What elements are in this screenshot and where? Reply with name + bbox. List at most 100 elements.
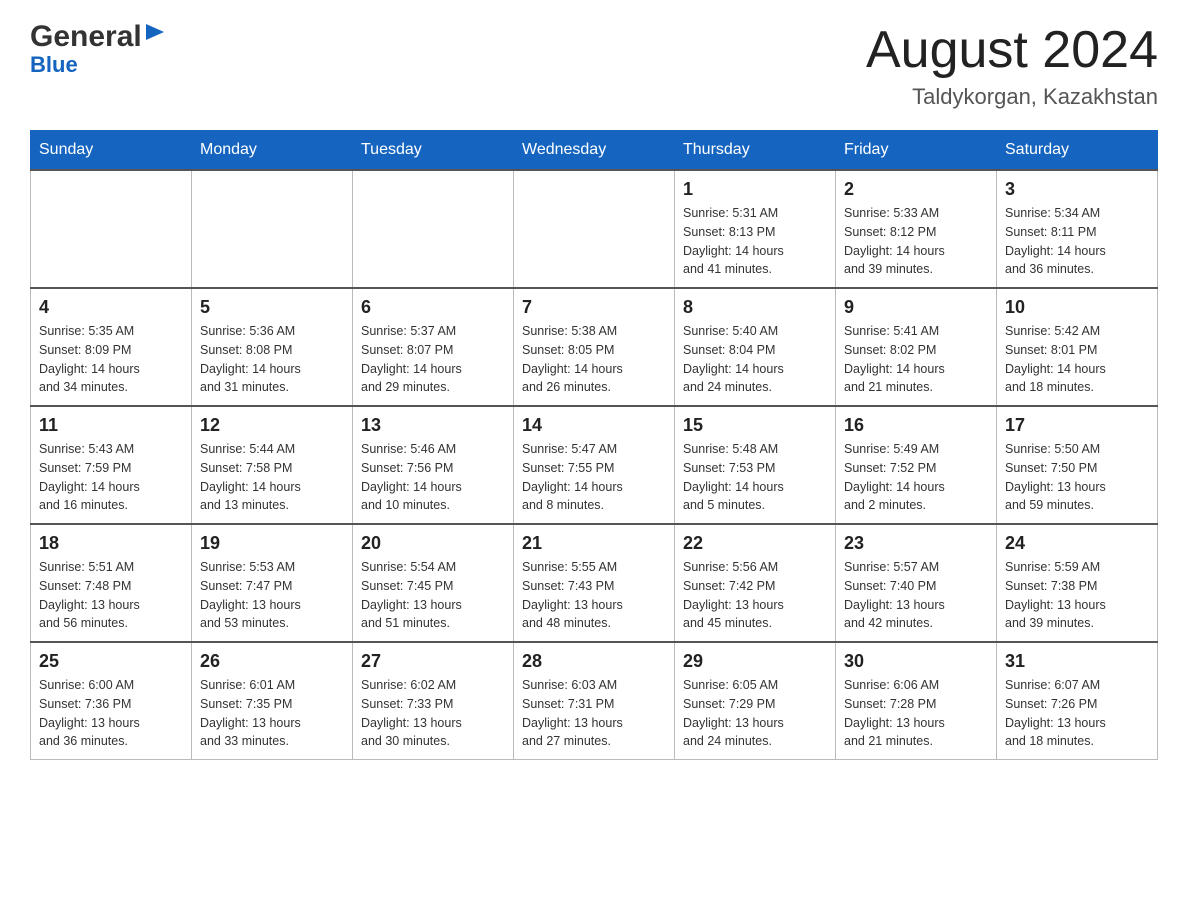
calendar-cell: 5 Sunrise: 5:36 AMSunset: 8:08 PMDaylight… [192,288,353,406]
day-info: Sunrise: 5:37 AMSunset: 8:07 PMDaylight:… [361,322,505,397]
day-info: Sunrise: 5:41 AMSunset: 8:02 PMDaylight:… [844,322,988,397]
day-info: Sunrise: 6:05 AMSunset: 7:29 PMDaylight:… [683,676,827,751]
day-info: Sunrise: 6:07 AMSunset: 7:26 PMDaylight:… [1005,676,1149,751]
weekday-header-monday: Monday [192,131,353,171]
day-info: Sunrise: 5:56 AMSunset: 7:42 PMDaylight:… [683,558,827,633]
day-number: 18 [39,533,183,554]
day-number: 21 [522,533,666,554]
week-row-2: 4Sunrise: 5:35 AMSunset: 8:09 PMDaylight… [31,288,1158,406]
calendar-cell: 17 Sunrise: 5:50 AMSunset: 7:50 PMDayligh… [997,406,1158,524]
calendar-cell: 23 Sunrise: 5:57 AMSunset: 7:40 PMDayligh… [836,524,997,642]
day-number: 26 [200,651,344,672]
day-info: Sunrise: 5:42 AMSunset: 8:01 PMDaylight:… [1005,322,1149,397]
logo-general-text: General [30,20,142,54]
day-info: Sunrise: 5:48 AMSunset: 7:53 PMDaylight:… [683,440,827,515]
day-info: Sunrise: 5:59 AMSunset: 7:38 PMDaylight:… [1005,558,1149,633]
calendar-cell: 19 Sunrise: 5:53 AMSunset: 7:47 PMDayligh… [192,524,353,642]
day-info: Sunrise: 5:55 AMSunset: 7:43 PMDaylight:… [522,558,666,633]
calendar-cell: 10 Sunrise: 5:42 AMSunset: 8:01 PMDayligh… [997,288,1158,406]
day-info: Sunrise: 5:53 AMSunset: 7:47 PMDaylight:… [200,558,344,633]
week-row-5: 25Sunrise: 6:00 AMSunset: 7:36 PMDayligh… [31,642,1158,760]
day-info: Sunrise: 6:03 AMSunset: 7:31 PMDaylight:… [522,676,666,751]
calendar-cell: 12 Sunrise: 5:44 AMSunset: 7:58 PMDayligh… [192,406,353,524]
weekday-header-friday: Friday [836,131,997,171]
day-number: 28 [522,651,666,672]
day-number: 25 [39,651,183,672]
day-number: 13 [361,415,505,436]
calendar-cell: 16 Sunrise: 5:49 AMSunset: 7:52 PMDayligh… [836,406,997,524]
day-number: 16 [844,415,988,436]
day-number: 23 [844,533,988,554]
day-number: 22 [683,533,827,554]
day-info: Sunrise: 5:47 AMSunset: 7:55 PMDaylight:… [522,440,666,515]
day-info: Sunrise: 5:44 AMSunset: 7:58 PMDaylight:… [200,440,344,515]
calendar-cell [514,170,675,288]
calendar-cell: 18Sunrise: 5:51 AMSunset: 7:48 PMDayligh… [31,524,192,642]
day-info: Sunrise: 5:35 AMSunset: 8:09 PMDaylight:… [39,322,183,397]
calendar-subtitle: Taldykorgan, Kazakhstan [866,84,1158,110]
weekday-header-sunday: Sunday [31,131,192,171]
weekday-header-thursday: Thursday [675,131,836,171]
calendar-cell [192,170,353,288]
day-number: 9 [844,297,988,318]
calendar-cell: 8 Sunrise: 5:40 AMSunset: 8:04 PMDaylight… [675,288,836,406]
calendar-cell: 22 Sunrise: 5:56 AMSunset: 7:42 PMDayligh… [675,524,836,642]
day-info: Sunrise: 6:02 AMSunset: 7:33 PMDaylight:… [361,676,505,751]
day-number: 19 [200,533,344,554]
day-number: 10 [1005,297,1149,318]
day-number: 7 [522,297,666,318]
day-info: Sunrise: 5:50 AMSunset: 7:50 PMDaylight:… [1005,440,1149,515]
page-header: General Blue August 2024 Taldykorgan, Ka… [30,20,1158,110]
calendar-cell: 14 Sunrise: 5:47 AMSunset: 7:55 PMDayligh… [514,406,675,524]
day-info: Sunrise: 5:38 AMSunset: 8:05 PMDaylight:… [522,322,666,397]
calendar-cell: 1Sunrise: 5:31 AMSunset: 8:13 PMDaylight… [675,170,836,288]
logo: General Blue [30,20,166,78]
calendar-cell: 15 Sunrise: 5:48 AMSunset: 7:53 PMDayligh… [675,406,836,524]
calendar-cell: 2Sunrise: 5:33 AMSunset: 8:12 PMDaylight… [836,170,997,288]
week-row-1: 1Sunrise: 5:31 AMSunset: 8:13 PMDaylight… [31,170,1158,288]
day-info: Sunrise: 5:54 AMSunset: 7:45 PMDaylight:… [361,558,505,633]
day-info: Sunrise: 5:40 AMSunset: 8:04 PMDaylight:… [683,322,827,397]
day-number: 29 [683,651,827,672]
day-info: Sunrise: 6:01 AMSunset: 7:35 PMDaylight:… [200,676,344,751]
day-info: Sunrise: 5:36 AMSunset: 8:08 PMDaylight:… [200,322,344,397]
day-number: 30 [844,651,988,672]
calendar-cell [31,170,192,288]
day-number: 1 [683,179,827,200]
calendar-cell [353,170,514,288]
day-number: 17 [1005,415,1149,436]
day-info: Sunrise: 5:57 AMSunset: 7:40 PMDaylight:… [844,558,988,633]
day-number: 15 [683,415,827,436]
day-number: 5 [200,297,344,318]
day-number: 8 [683,297,827,318]
day-number: 24 [1005,533,1149,554]
calendar-cell: 13 Sunrise: 5:46 AMSunset: 7:56 PMDayligh… [353,406,514,524]
day-info: Sunrise: 5:33 AMSunset: 8:12 PMDaylight:… [844,204,988,279]
calendar-cell: 29 Sunrise: 6:05 AMSunset: 7:29 PMDayligh… [675,642,836,760]
calendar-cell: 11Sunrise: 5:43 AMSunset: 7:59 PMDayligh… [31,406,192,524]
day-info: Sunrise: 5:34 AMSunset: 8:11 PMDaylight:… [1005,204,1149,279]
calendar-table: SundayMondayTuesdayWednesdayThursdayFrid… [30,130,1158,760]
weekday-header-row: SundayMondayTuesdayWednesdayThursdayFrid… [31,131,1158,171]
weekday-header-wednesday: Wednesday [514,131,675,171]
calendar-cell: 9 Sunrise: 5:41 AMSunset: 8:02 PMDaylight… [836,288,997,406]
day-number: 20 [361,533,505,554]
day-number: 31 [1005,651,1149,672]
logo-arrow-icon [144,22,166,44]
day-info: Sunrise: 5:46 AMSunset: 7:56 PMDaylight:… [361,440,505,515]
day-info: Sunrise: 5:43 AMSunset: 7:59 PMDaylight:… [39,440,183,515]
week-row-4: 18Sunrise: 5:51 AMSunset: 7:48 PMDayligh… [31,524,1158,642]
title-section: August 2024 Taldykorgan, Kazakhstan [866,20,1158,110]
day-number: 12 [200,415,344,436]
calendar-cell: 7 Sunrise: 5:38 AMSunset: 8:05 PMDaylight… [514,288,675,406]
calendar-cell: 31 Sunrise: 6:07 AMSunset: 7:26 PMDayligh… [997,642,1158,760]
weekday-header-saturday: Saturday [997,131,1158,171]
day-info: Sunrise: 6:06 AMSunset: 7:28 PMDaylight:… [844,676,988,751]
calendar-cell: 20 Sunrise: 5:54 AMSunset: 7:45 PMDayligh… [353,524,514,642]
day-info: Sunrise: 5:49 AMSunset: 7:52 PMDaylight:… [844,440,988,515]
weekday-header-tuesday: Tuesday [353,131,514,171]
calendar-cell: 6 Sunrise: 5:37 AMSunset: 8:07 PMDaylight… [353,288,514,406]
calendar-cell: 24 Sunrise: 5:59 AMSunset: 7:38 PMDayligh… [997,524,1158,642]
day-number: 14 [522,415,666,436]
day-number: 6 [361,297,505,318]
